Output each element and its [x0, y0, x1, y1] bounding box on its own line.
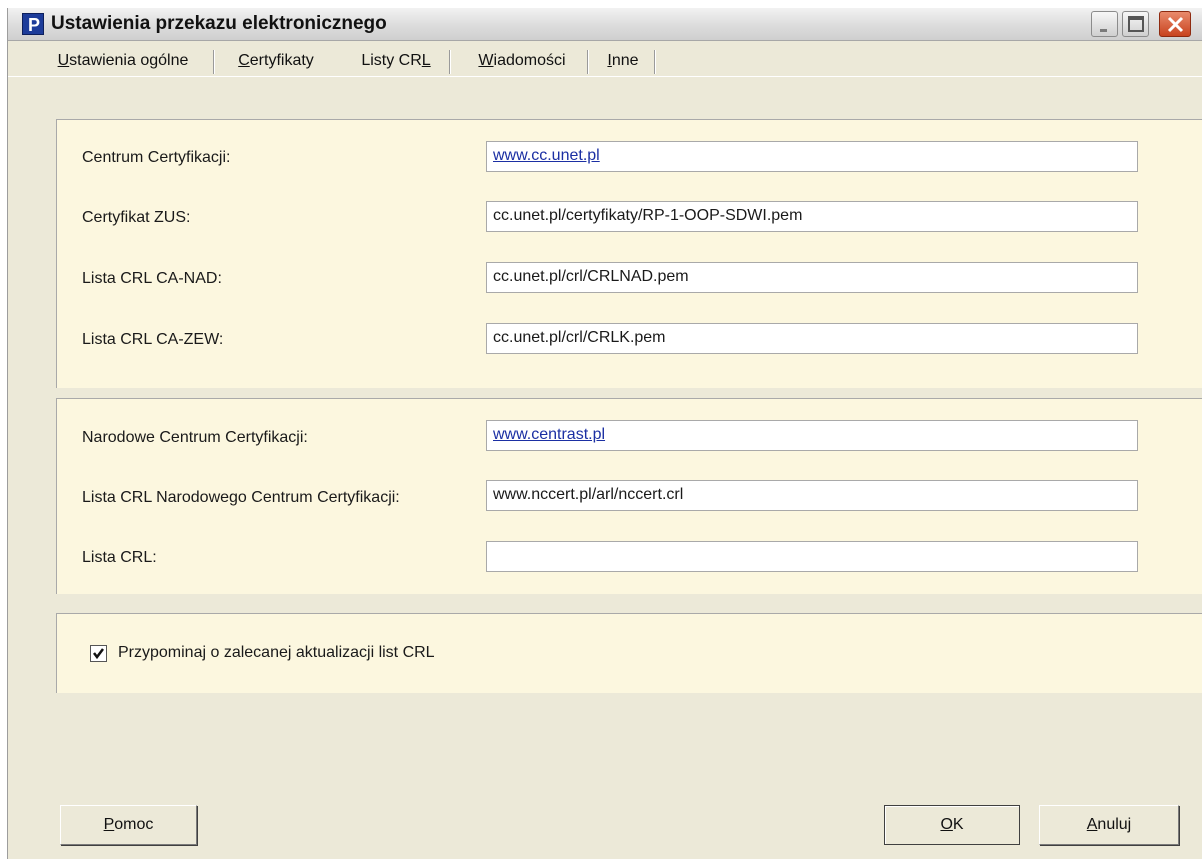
minimize-icon	[1100, 29, 1107, 32]
narodowe-centrum-field[interactable]: www.centrast.pl	[486, 420, 1138, 451]
reminder-checkbox[interactable]	[90, 645, 107, 662]
cancel-button[interactable]: Anuluj	[1039, 805, 1179, 845]
lista-crl-narodowego-field[interactable]: www.nccert.pl/arl/nccert.crl	[486, 480, 1138, 511]
certyfikat-zus-field[interactable]: cc.unet.pl/certyfikaty/RP-1-OOP-SDWI.pem	[486, 201, 1138, 232]
close-button[interactable]	[1159, 11, 1191, 37]
help-button[interactable]: Pomoc	[60, 805, 197, 845]
tab-listy-crl[interactable]: Listy CRL	[348, 48, 444, 78]
centrum-certyfikacji-field[interactable]: www.cc.unet.pl	[486, 141, 1138, 172]
label-narodowe-centrum: Narodowe Centrum Certyfikacji:	[82, 429, 308, 446]
label-certyfikat-zus: Certyfikat ZUS:	[82, 209, 191, 226]
lista-crl-ca-zew-field[interactable]: cc.unet.pl/crl/CRLK.pem	[486, 323, 1138, 354]
title-bar[interactable]: P Ustawienia przekazu elektronicznego	[8, 8, 1202, 41]
maximize-button[interactable]	[1122, 11, 1149, 37]
tab-separator	[654, 50, 656, 74]
close-icon	[1167, 16, 1184, 33]
tab-separator	[587, 50, 589, 74]
label-centrum-certyfikacji: Centrum Certyfikacji:	[82, 149, 231, 166]
ok-button[interactable]: OK	[884, 805, 1020, 845]
checkmark-icon	[93, 648, 104, 660]
tab-separator	[449, 50, 451, 74]
lista-crl-field[interactable]	[486, 541, 1138, 572]
lista-crl-ca-nad-field[interactable]: cc.unet.pl/crl/CRLNAD.pem	[486, 262, 1138, 293]
tab-certyfikaty[interactable]: Certyfikaty	[226, 48, 326, 78]
label-lista-crl-ca-nad: Lista CRL CA-NAD:	[82, 270, 222, 287]
label-lista-crl-narodowego: Lista CRL Narodowego Centrum Certyfikacj…	[82, 489, 400, 506]
tab-wiadomosci[interactable]: Wiadomości	[462, 48, 582, 78]
settings-dialog: P Ustawienia przekazu elektronicznego Us…	[7, 8, 1202, 859]
maximize-icon	[1128, 16, 1144, 32]
app-p-icon: P	[22, 13, 44, 35]
tab-ustawienia-ogolne[interactable]: Ustawienia ogólne	[42, 48, 204, 78]
window-title: Ustawienia przekazu elektronicznego	[51, 13, 387, 34]
tab-inne[interactable]: Inne	[598, 48, 648, 78]
tab-separator	[213, 50, 215, 74]
label-lista-crl-ca-zew: Lista CRL CA-ZEW:	[82, 331, 224, 348]
reminder-label[interactable]: Przypominaj o zalecanej aktualizacji lis…	[118, 643, 435, 663]
minimize-button[interactable]	[1091, 11, 1118, 37]
label-lista-crl: Lista CRL:	[82, 549, 157, 566]
